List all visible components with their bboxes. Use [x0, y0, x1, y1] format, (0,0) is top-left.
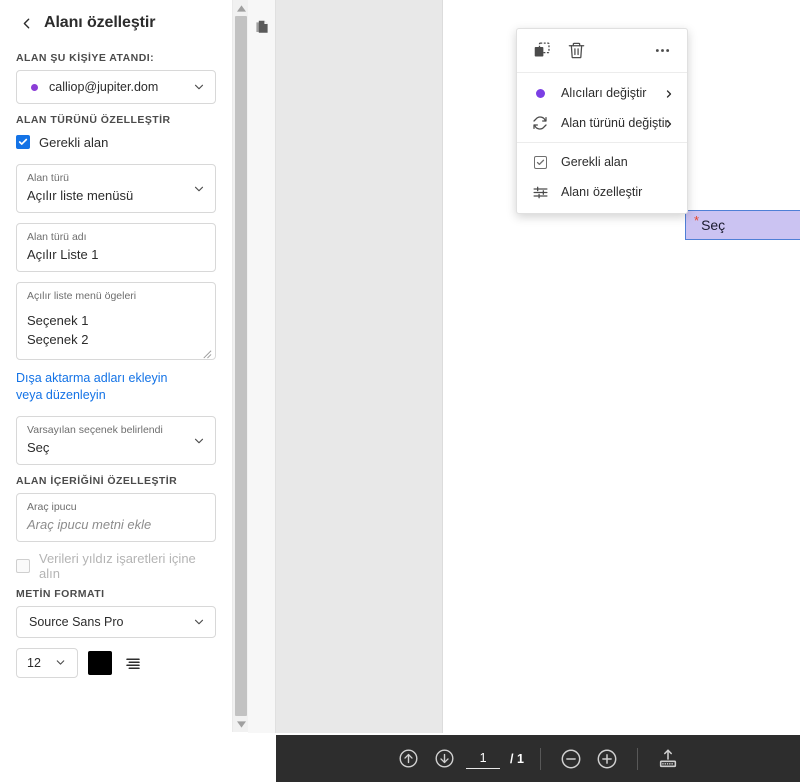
chevron-right-icon: [663, 87, 675, 99]
field-type-section-label: ALAN TÜRÜNÜ ÖZELLEŞTİR: [16, 114, 171, 126]
asterisk-data-checkbox: [16, 559, 30, 573]
tooltip-input[interactable]: Araç ipucu Araç ipucu metni ekle: [16, 493, 216, 542]
default-option-select[interactable]: Varsayılan seçenek belirlendi Seç: [16, 416, 216, 465]
toolbar-divider: [539, 747, 541, 770]
tooltip-label: Araç ipucu: [27, 501, 77, 513]
page-thumbnails-icon[interactable]: [252, 18, 272, 38]
chevron-right-icon: [663, 117, 675, 129]
assigned-to-section-label: ALAN ŞU KİŞİYE ATANDI:: [16, 52, 155, 64]
current-page-input[interactable]: [466, 748, 501, 769]
context-item-label: Gerekli alan: [561, 155, 628, 169]
context-item-change-recipients[interactable]: Alıcıları değiştir: [517, 78, 687, 108]
font-family-value: Source Sans Pro: [29, 615, 124, 629]
sliders-icon: [531, 183, 549, 201]
assignee-email: calliop@jupiter.dom: [49, 80, 159, 94]
scroll-up-arrow-icon[interactable]: [233, 0, 249, 16]
chevron-down-icon: [192, 434, 206, 448]
context-menu-toolbar: [517, 29, 687, 73]
field-type-label: Alan türü: [27, 172, 70, 184]
delete-icon[interactable]: [565, 40, 587, 62]
more-options-icon[interactable]: [651, 40, 673, 62]
field-context-menu: Alıcıları değiştir Alan türünü değiştir: [516, 28, 688, 214]
upload-signature-icon[interactable]: [653, 744, 683, 774]
assignee-select[interactable]: calliop@jupiter.dom: [16, 70, 216, 104]
dropdown-item-0: Seçenek 1: [27, 313, 89, 328]
context-item-required-field[interactable]: Gerekli alan: [517, 147, 687, 177]
resize-grip-icon[interactable]: [201, 346, 212, 359]
field-content-section-label: ALAN İÇERİĞİNİ ÖZELLEŞTİR: [16, 475, 178, 487]
context-item-label: Alanı özelleştir: [561, 185, 643, 199]
dropdown-items-textarea[interactable]: Açılır liste menü ögeleri Seçenek 1 Seçe…: [16, 282, 216, 360]
chevron-down-icon: [192, 80, 206, 94]
scroll-down-arrow-icon[interactable]: [233, 716, 249, 732]
app-root: Alanı özelleştir ALAN ŞU KİŞİYE ATANDI: …: [0, 0, 800, 782]
font-color-swatch[interactable]: [88, 651, 112, 675]
zoom-out-icon[interactable]: [556, 744, 586, 774]
export-names-link[interactable]: Dışa aktarma adları ekleyin veya düzenle…: [0, 370, 200, 404]
required-marker: *: [694, 213, 700, 228]
context-item-customize-field[interactable]: Alanı özelleştir: [517, 177, 687, 207]
form-field-value: Seç: [701, 217, 726, 233]
text-format-section-label: METİN FORMATI: [16, 588, 105, 600]
chevron-down-icon: [54, 656, 68, 670]
text-align-icon[interactable]: [122, 652, 144, 674]
dropdown-items-label: Açılır liste menü ögeleri: [27, 290, 137, 302]
required-field-checkbox-row[interactable]: Gerekli alan: [0, 132, 232, 152]
default-option-label: Varsayılan seçenek belirlendi: [27, 424, 163, 436]
context-item-change-field-type[interactable]: Alan türünü değiştir: [517, 108, 687, 138]
duplicate-icon[interactable]: [531, 40, 553, 62]
context-menu-divider: [517, 142, 687, 143]
context-item-label: Alan türünü değiştir: [561, 116, 669, 130]
chevron-down-icon: [192, 182, 206, 196]
arrow-down-circle-icon[interactable]: [429, 744, 459, 774]
document-bottom-toolbar: / 1: [276, 735, 800, 782]
sidebar-scrollbar[interactable]: [232, 0, 248, 732]
arrow-up-circle-icon[interactable]: [393, 744, 423, 774]
font-family-select[interactable]: Source Sans Pro: [16, 606, 216, 638]
font-size-select[interactable]: 12: [16, 648, 78, 678]
sidebar-header: Alanı özelleştir: [0, 0, 232, 42]
field-type-name-value: Açılır Liste 1: [27, 247, 99, 262]
dropdown-item-1: Seçenek 2: [27, 332, 89, 347]
tooltip-placeholder: Araç ipucu metni ekle: [27, 517, 152, 532]
document-left-rail: [248, 0, 276, 733]
page-title: Alanı özelleştir: [44, 14, 156, 31]
asterisk-data-label: Verileri yıldız işaretleri içine alın: [39, 551, 196, 581]
toolbar-divider: [636, 747, 638, 770]
required-field-checkbox[interactable]: [16, 135, 30, 149]
checkbox-icon[interactable]: [531, 153, 549, 171]
field-type-name-input[interactable]: Alan türü adı Açılır Liste 1: [16, 223, 216, 272]
font-options-row: 12: [0, 648, 232, 678]
page-total-label: / 1: [510, 751, 524, 766]
scrollbar-thumb[interactable]: [235, 16, 247, 716]
zoom-in-icon[interactable]: [592, 744, 622, 774]
dropdown-form-field[interactable]: * Seç: [685, 210, 800, 240]
field-type-value: Açılır liste menüsü: [27, 188, 134, 203]
font-size-value: 12: [27, 656, 41, 670]
customize-field-sidebar: Alanı özelleştir ALAN ŞU KİŞİYE ATANDI: …: [0, 0, 232, 782]
recipient-dot-icon: [531, 84, 549, 102]
chevron-down-icon: [192, 615, 206, 629]
back-button[interactable]: [14, 11, 38, 35]
asterisk-data-checkbox-row: Verileri yıldız işaretleri içine alın: [0, 551, 232, 581]
field-type-select[interactable]: Alan türü Açılır liste menüsü: [16, 164, 216, 213]
recipient-dot-icon: [31, 83, 38, 91]
required-field-label: Gerekli alan: [39, 134, 109, 150]
field-type-name-label: Alan türü adı: [27, 231, 87, 243]
default-option-value: Seç: [27, 440, 50, 455]
context-item-label: Alıcıları değiştir: [561, 86, 647, 100]
refresh-icon: [531, 114, 549, 132]
